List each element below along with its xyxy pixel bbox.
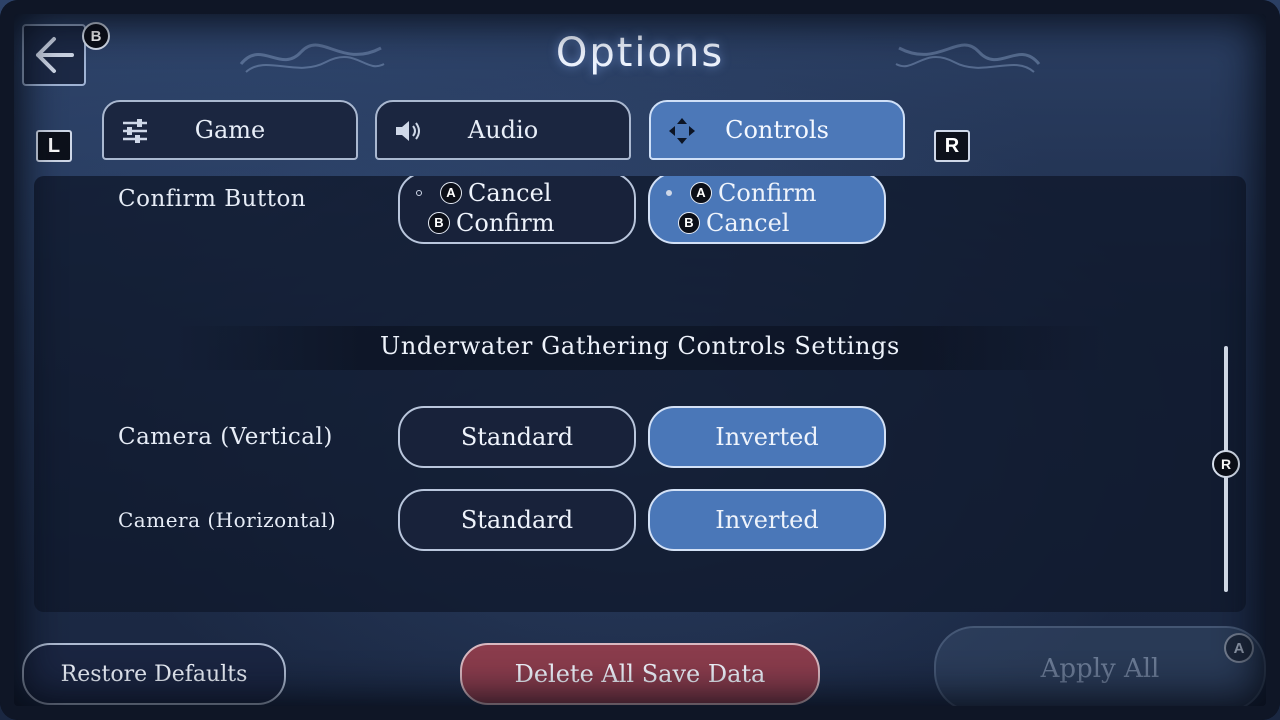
camera-horizontal-label: Camera (Horizontal) — [118, 508, 337, 532]
tab-controls-label: Controls — [725, 116, 829, 144]
b-button-icon: B — [428, 212, 450, 234]
l-shoulder-hint: L — [36, 130, 72, 162]
option-a-text: Cancel — [468, 179, 552, 207]
a-button-icon: A — [690, 182, 712, 204]
confirm-button-label: Confirm Button — [118, 186, 307, 212]
tab-audio-label: Audio — [467, 116, 539, 144]
tab-audio[interactable]: Audio — [375, 100, 631, 160]
a-button-hint: A — [1224, 633, 1254, 663]
apply-all-button[interactable]: Apply All — [934, 626, 1266, 712]
tab-controls[interactable]: Controls — [649, 100, 905, 160]
option-b-text: Cancel — [706, 209, 790, 237]
ornament-right-decoration — [895, 43, 1041, 73]
r-shoulder-hint: R — [934, 130, 970, 162]
speaker-icon — [396, 121, 420, 141]
camera-vertical-label: Camera (Vertical) — [118, 424, 333, 450]
camera-vertical-standard-button[interactable]: Standard — [398, 406, 636, 468]
option-line-a: A Cancel — [416, 178, 552, 208]
confirm-option-a-confirm[interactable]: A Confirm B Cancel — [648, 176, 886, 244]
radio-dot-filled — [666, 190, 672, 196]
delete-all-save-data-button[interactable]: Delete All Save Data — [460, 643, 820, 705]
settings-panel: Confirm Button A Cancel B Confirm A Conf… — [34, 176, 1246, 612]
restore-defaults-button[interactable]: Restore Defaults — [22, 643, 286, 705]
option-line-b: B Confirm — [428, 208, 555, 238]
option-b-text: Confirm — [456, 209, 555, 237]
radio-dot — [416, 190, 422, 196]
option-a-text: Confirm — [718, 179, 817, 207]
section-heading: Underwater Gathering Controls Settings — [380, 332, 900, 360]
sliders-icon — [123, 119, 147, 143]
tab-game-label: Game — [194, 116, 266, 144]
camera-vertical-inverted-button[interactable]: Inverted — [648, 406, 886, 468]
a-button-icon: A — [440, 182, 462, 204]
camera-horizontal-standard-button[interactable]: Standard — [398, 489, 636, 551]
camera-horizontal-inverted-button[interactable]: Inverted — [648, 489, 886, 551]
tab-game[interactable]: Game — [102, 100, 358, 160]
option-line-b: B Cancel — [678, 208, 789, 238]
option-line-a: A Confirm — [666, 178, 817, 208]
b-button-icon: B — [678, 212, 700, 234]
dpad-icon — [669, 118, 695, 144]
confirm-option-a-cancel[interactable]: A Cancel B Confirm — [398, 176, 636, 244]
scrollbar-thumb[interactable]: R — [1212, 450, 1240, 478]
options-screen: B Options L Game Audio Controls R Confir… — [0, 0, 1280, 720]
page-title: Options — [555, 30, 725, 76]
